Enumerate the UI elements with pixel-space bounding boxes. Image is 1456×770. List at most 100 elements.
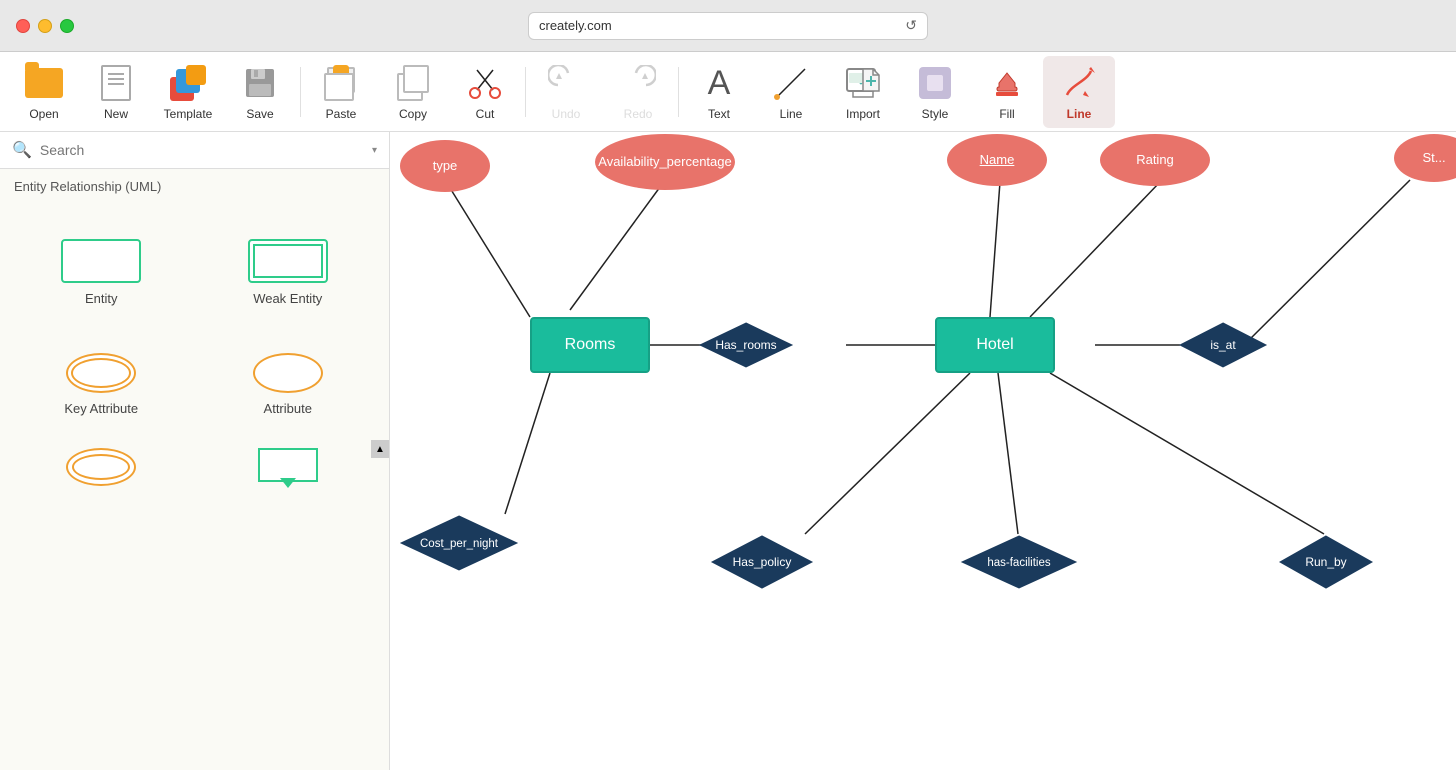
line-icon — [771, 63, 811, 103]
separator-1 — [300, 67, 301, 117]
copy-button[interactable]: Copy — [377, 56, 449, 128]
cut-label: Cut — [476, 107, 495, 121]
template-button[interactable]: Template — [152, 56, 224, 128]
svg-text:Cost_per_night: Cost_per_night — [420, 538, 499, 550]
redo-label: Redo — [624, 107, 653, 121]
er-diagram-svg — [390, 132, 1456, 770]
new-label: New — [104, 107, 128, 121]
new-icon — [96, 63, 136, 103]
relationship-has-facilities[interactable]: has-facilities — [960, 534, 1078, 590]
copy-label: Copy — [399, 107, 427, 121]
attribute-label: Attribute — [264, 401, 312, 416]
scroll-up-arrow[interactable]: ▲ — [371, 440, 389, 458]
separator-3 — [678, 67, 679, 117]
save-label: Save — [246, 107, 273, 121]
cut-button[interactable]: Cut — [449, 56, 521, 128]
shape-item-attribute[interactable]: Attribute — [195, 318, 382, 428]
redo-icon — [618, 63, 658, 103]
fill-button[interactable]: Fill — [971, 56, 1043, 128]
search-input[interactable] — [40, 142, 364, 158]
relationship-has-rooms[interactable]: Has_rooms — [698, 321, 794, 369]
minimize-button[interactable] — [38, 19, 52, 33]
line-label: Line — [780, 107, 803, 121]
svg-text:Run_by: Run_by — [1305, 555, 1346, 569]
new-button[interactable]: New — [80, 56, 152, 128]
paste-label: Paste — [326, 107, 357, 121]
relationship-run-by[interactable]: Run_by — [1278, 534, 1374, 590]
sidebar-category-title: Entity Relationship (UML) — [0, 169, 389, 200]
entity-hotel[interactable]: Hotel — [935, 317, 1055, 373]
key-attribute-shape — [66, 353, 136, 393]
text-icon: A — [699, 63, 739, 103]
entity-rooms[interactable]: Rooms — [530, 317, 650, 373]
attribute-shape — [253, 353, 323, 393]
maximize-button[interactable] — [60, 19, 74, 33]
import-button[interactable]: Import — [827, 56, 899, 128]
shape-item-weak-entity[interactable]: Weak Entity — [195, 208, 382, 318]
search-bar: 🔍 ▾ — [0, 132, 389, 169]
refresh-icon[interactable]: ↺ — [905, 17, 917, 34]
open-label: Open — [29, 107, 58, 121]
shape-item-key-attribute[interactable]: Key Attribute — [8, 318, 195, 428]
import-label: Import — [846, 107, 880, 121]
search-arrow-icon[interactable]: ▾ — [372, 145, 377, 156]
line-active-icon — [1059, 63, 1099, 103]
toolbar: Open New Template Save — [0, 52, 1456, 132]
attr-rating[interactable]: Rating — [1100, 134, 1210, 186]
svg-text:is_at: is_at — [1210, 338, 1236, 352]
weak-entity-shape — [248, 239, 328, 283]
separator-2 — [525, 67, 526, 117]
cut-icon — [465, 63, 505, 103]
line-button[interactable]: Line — [755, 56, 827, 128]
svg-text:Has_rooms: Has_rooms — [715, 338, 776, 352]
search-icon: 🔍 — [12, 140, 32, 160]
titlebar: creately.com ↺ — [0, 0, 1456, 52]
fill-icon — [987, 63, 1027, 103]
sidebar: 🔍 ▾ Entity Relationship (UML) ▲ Entity W… — [0, 132, 390, 770]
svg-text:Has_policy: Has_policy — [733, 555, 792, 569]
save-button[interactable]: Save — [224, 56, 296, 128]
open-button[interactable]: Open — [8, 56, 80, 128]
shape-item-extra[interactable] — [8, 428, 195, 498]
redo-button[interactable]: Redo — [602, 56, 674, 128]
url-bar[interactable]: creately.com ↺ — [528, 12, 928, 40]
weak-entity-label: Weak Entity — [253, 291, 322, 306]
text-label: Text — [708, 107, 730, 121]
relationship-is-at[interactable]: is_at — [1178, 321, 1268, 369]
close-button[interactable] — [16, 19, 30, 33]
attr-type[interactable]: type — [400, 140, 490, 192]
paste-icon — [321, 63, 361, 103]
shape-item-extra2[interactable] — [195, 428, 382, 498]
shape-item-entity[interactable]: Entity — [8, 208, 195, 318]
style-label: Style — [922, 107, 949, 121]
folder-icon — [24, 63, 64, 103]
canvas[interactable]: type Availability_percentage Name Rating… — [390, 132, 1456, 770]
attr-availability[interactable]: Availability_percentage — [595, 134, 735, 190]
fill-label: Fill — [999, 107, 1014, 121]
traffic-lights — [16, 19, 74, 33]
main-area: 🔍 ▾ Entity Relationship (UML) ▲ Entity W… — [0, 132, 1456, 770]
entity-shape — [61, 239, 141, 283]
text-button[interactable]: A Text — [683, 56, 755, 128]
svg-text:has-facilities: has-facilities — [987, 557, 1051, 569]
template-icon — [168, 63, 208, 103]
paste-button[interactable]: Paste — [305, 56, 377, 128]
save-icon — [240, 63, 280, 103]
undo-button[interactable]: Undo — [530, 56, 602, 128]
line-active-label: Line — [1067, 107, 1092, 121]
undo-label: Undo — [552, 107, 581, 121]
attr-name[interactable]: Name — [947, 134, 1047, 186]
shapes-grid: Entity Weak Entity Key Attribute Attribu… — [0, 200, 389, 506]
relationship-cost-per-night[interactable]: Cost_per_night — [399, 514, 519, 572]
key-attribute-label: Key Attribute — [64, 401, 138, 416]
line-active-button[interactable]: Line — [1043, 56, 1115, 128]
style-icon — [915, 63, 955, 103]
style-button[interactable]: Style — [899, 56, 971, 128]
undo-icon — [546, 63, 586, 103]
entity-label: Entity — [85, 291, 118, 306]
relationship-has-policy[interactable]: Has_policy — [710, 534, 814, 590]
attr-star[interactable]: St... — [1394, 134, 1456, 182]
template-label: Template — [164, 107, 213, 121]
url-text: creately.com — [539, 18, 612, 33]
copy-icon — [393, 63, 433, 103]
